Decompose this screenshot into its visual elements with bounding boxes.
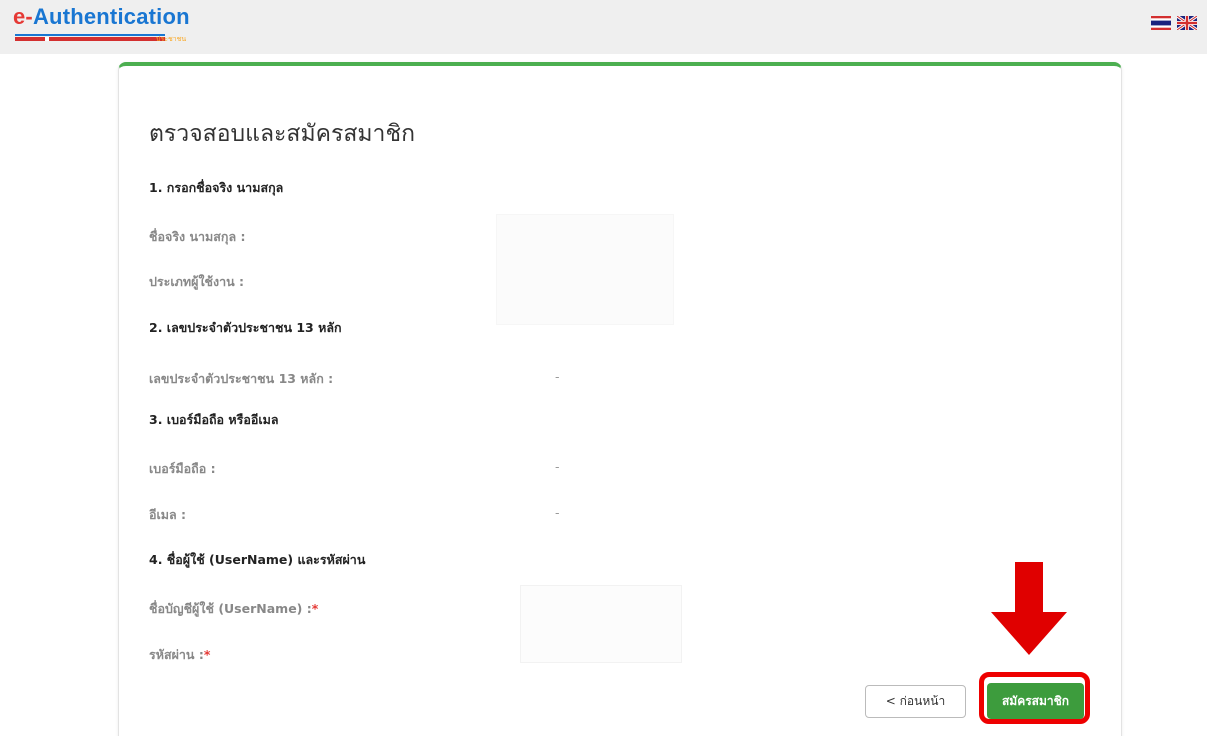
logo-text: e-Authentication: [13, 4, 190, 29]
username-label: ชื่อบัญชีผู้ใช้ (UserName) :*: [149, 601, 319, 616]
email-label: อีเมล :: [149, 507, 187, 522]
back-button[interactable]: < ก่อนหน้า: [865, 685, 966, 718]
logo-bar-blue: [15, 34, 165, 36]
redacted-name-area: [496, 214, 674, 325]
register-button[interactable]: สมัครสมาชิก: [987, 683, 1084, 719]
e-authentication-logo[interactable]: e-Authentication ประชาชน: [13, 4, 203, 44]
section-heading-contact: 3. เบอร์มือถือ หรืออีเมล: [149, 412, 279, 427]
logo-bar-red: [15, 37, 165, 41]
user-type-label: ประเภทผู้ใช้งาน :: [149, 274, 245, 289]
section-heading-id: 2. เลขประจำตัวประชาชน 13 หลัก: [149, 320, 342, 335]
thai-flag-icon[interactable]: [1151, 16, 1171, 30]
uk-flag-icon[interactable]: [1177, 16, 1197, 30]
password-label: รหัสผ่าน :*: [149, 647, 211, 662]
id-number-label: เลขประจำตัวประชาชน 13 หลัก :: [149, 371, 334, 386]
logo-subtitle: ประชาชน: [156, 35, 187, 43]
full-name-label: ชื่อจริง นามสกุล :: [149, 229, 246, 244]
email-value: -: [555, 505, 560, 520]
arrow-down-icon: [991, 562, 1067, 655]
top-bar: e-Authentication ประชาชน: [0, 0, 1207, 54]
section-heading-account: 4. ชื่อผู้ใช้ (UserName) และรหัสผ่าน: [149, 552, 366, 567]
page-title: ตรวจสอบและสมัครสมาชิก: [149, 121, 415, 147]
redacted-credential-inputs[interactable]: [520, 585, 682, 663]
id-number-value: -: [555, 369, 560, 384]
mobile-value: -: [555, 459, 560, 474]
mobile-label: เบอร์มือถือ :: [149, 461, 216, 476]
section-heading-name: 1. กรอกชื่อจริง นามสกุล: [149, 180, 284, 195]
required-marker: *: [203, 647, 211, 662]
required-marker: *: [311, 601, 319, 616]
